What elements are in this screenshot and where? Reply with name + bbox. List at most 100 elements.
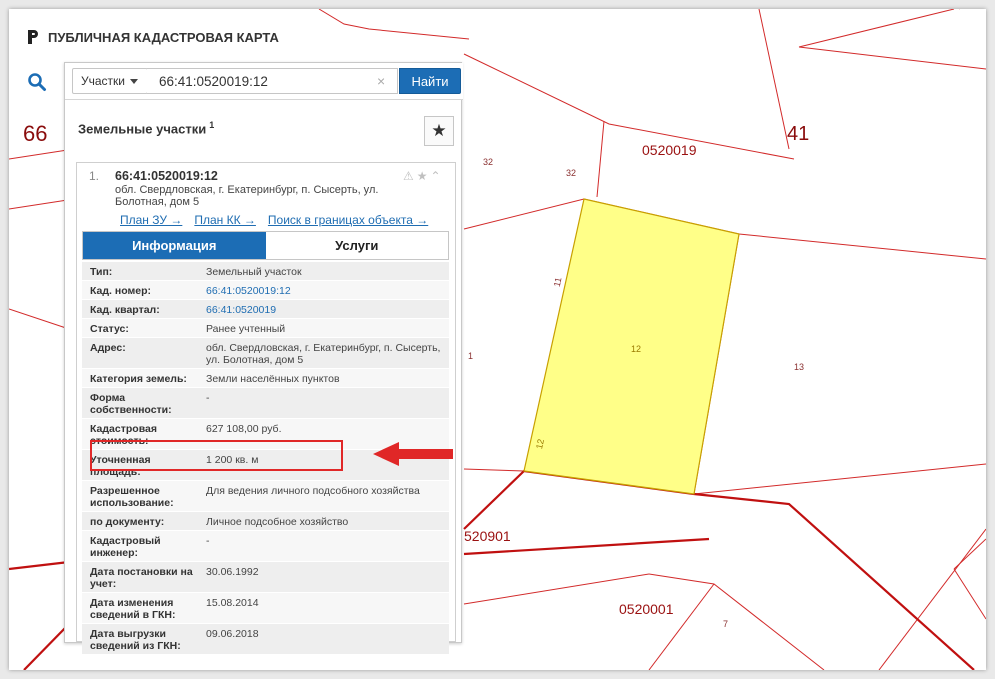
warning-icon[interactable]: ⚠ (403, 169, 414, 183)
info-value: Для ведения личного подсобного хозяйства (206, 485, 420, 497)
info-value: Земли населённых пунктов (206, 373, 340, 385)
info-row-registered-date: Дата постановки на учет: 30.06.1992 (82, 562, 449, 593)
info-key: Разрешенное использование: (90, 485, 174, 509)
boundary-line (596, 120, 605, 198)
cad-number-link[interactable]: 66:41:0520019:12 (202, 281, 449, 299)
map-label-quarter: 0520019 (642, 142, 697, 158)
arrow-left-icon (373, 442, 453, 466)
search-in-bounds-link[interactable]: Поиск в границах объекта → (268, 213, 428, 227)
info-key: Адрес: (90, 342, 126, 354)
map-label-parcel: 32 (566, 168, 577, 178)
star-icon: ★ (431, 121, 447, 140)
info-value: 15.08.2014 (206, 597, 259, 609)
panel-heading-text: Земельные участки (78, 121, 207, 137)
star-icon[interactable]: ★ (417, 169, 428, 183)
boundary-line (463, 468, 525, 472)
map-label-parcel: 12 (631, 344, 642, 354)
result-links: План ЗУ → План КК → Поиск в границах объ… (120, 213, 428, 227)
info-value: обл. Свердловская, г. Екатеринбург, п. С… (206, 342, 441, 366)
map-label-parcel: 1 (468, 351, 474, 361)
info-key: Дата постановки на учет: (90, 566, 193, 590)
object-type-select[interactable]: Участки (72, 68, 148, 94)
tab-services[interactable]: Услуги (265, 232, 448, 259)
plan-zu-link[interactable]: План ЗУ → (120, 213, 182, 227)
info-key: Дата изменения сведений в ГКН: (90, 597, 176, 621)
result-number: 1. (89, 169, 100, 183)
boundary-line (758, 9, 790, 150)
info-key: Статус: (90, 323, 129, 335)
info-key: Кадастровый инженер: (90, 535, 161, 559)
info-key: Кад. номер: (90, 285, 152, 297)
cad-quarter-link[interactable]: 66:41:0520019 (202, 300, 449, 318)
boundary-line (318, 9, 470, 40)
favorite-button[interactable]: ★ (424, 116, 454, 146)
result-card: 1. 66:41:0520019:12 обл. Свердловская, г… (76, 162, 456, 655)
object-type-value: Участки (81, 74, 125, 88)
info-key: Форма собственности: (90, 392, 172, 416)
info-key: Кад. квартал: (90, 304, 160, 316)
info-key: Тип: (90, 266, 113, 278)
boundary-line (798, 46, 986, 70)
map-label-parcel: 12 (534, 438, 546, 450)
info-value: Земельный участок (206, 266, 302, 278)
info-row-cad-quarter: Кад. квартал: 66:41:0520019 (82, 300, 449, 319)
search-bar: Участки × Найти (28, 63, 463, 100)
boundary-line (648, 573, 825, 670)
info-row-status: Статус: Ранее учтенный (82, 319, 449, 338)
result-address: обл. Свердловская, г. Екатеринбург, п. С… (115, 184, 379, 208)
info-value: 30.06.1992 (206, 566, 259, 578)
map-label-district-41: 41 (787, 123, 810, 145)
result-tabs: Информация Услуги (82, 231, 449, 260)
boundary-line (463, 573, 650, 605)
info-row-type: Тип: Земельный участок (82, 262, 449, 281)
map-viewport[interactable]: 66 41 0520019 520901 0520001 32 32 11 1 … (9, 9, 986, 670)
boundary-line (693, 463, 986, 495)
map-label-quarter: 0520001 (619, 601, 674, 617)
info-row-changed-date: Дата изменения сведений в ГКН: 15.08.2014 (82, 593, 449, 624)
boundary-line (738, 233, 986, 260)
panel-heading: Земельные участки 1 (78, 120, 214, 136)
info-row-engineer: Кадастровый инженер: - (82, 531, 449, 562)
boundary-line (648, 583, 715, 670)
result-cad-number[interactable]: 66:41:0520019:12 (115, 169, 218, 183)
info-value: - (206, 535, 210, 547)
search-icon[interactable] (27, 72, 47, 92)
tab-information[interactable]: Информация (83, 232, 266, 259)
rosreestr-logo-icon (28, 30, 38, 44)
info-row-cad-number: Кад. номер: 66:41:0520019:12 (82, 281, 449, 300)
collapse-icon[interactable]: ⌃ (431, 169, 441, 183)
info-value: Личное подсобное хозяйство (206, 516, 349, 528)
info-row-ownership: Форма собственности: - (82, 388, 449, 419)
map-label-parcel: 7 (723, 619, 729, 629)
search-panel: Участки × Найти Земельные участки1 ★ 1. … (28, 62, 463, 655)
boundary-line (463, 53, 795, 160)
info-key: Дата выгрузки сведений из ГКН: (90, 628, 181, 652)
map-label-district-66: 66 (23, 121, 48, 146)
info-value: - (206, 392, 210, 404)
search-input[interactable] (147, 68, 398, 94)
boundary-line (798, 9, 955, 48)
info-row-by-document: по документу: Личное подсобное хозяйство (82, 512, 449, 531)
quarter-boundary (9, 560, 70, 571)
result-actions: ⚠ ★ ⌃ (403, 169, 441, 183)
boundary-line (9, 308, 70, 330)
panel-header: Земельные участки 1 ★ (65, 100, 463, 146)
map-label-parcel: 13 (794, 362, 805, 372)
map-label-parcel: 11 (551, 276, 564, 288)
info-row-land-category: Категория земель: Земли населённых пункто… (82, 369, 449, 388)
clear-icon[interactable]: × (377, 74, 385, 88)
info-key: по документу: (90, 516, 165, 528)
plan-kk-link[interactable]: План КК → (194, 213, 256, 227)
info-row-export-date: Дата выгрузки сведений из ГКН: 09.06.2018 (82, 624, 449, 655)
find-button[interactable]: Найти (399, 68, 461, 94)
quarter-boundary (23, 623, 70, 670)
info-row-address: Адрес: обл. Свердловская, г. Екатеринбург… (82, 338, 449, 369)
boundary-line (953, 538, 986, 570)
chevron-down-icon (130, 78, 138, 84)
info-value: Ранее учтенный (206, 323, 286, 335)
info-value: 09.06.2018 (206, 628, 259, 640)
map-label-quarter: 520901 (464, 528, 511, 544)
quarter-boundary (463, 469, 975, 670)
app-title: ПУБЛИЧНАЯ КАДАСТРОВАЯ КАРТА (26, 29, 279, 45)
info-row-permitted-use: Разрешенное использование: Для ведения ли… (82, 481, 449, 512)
